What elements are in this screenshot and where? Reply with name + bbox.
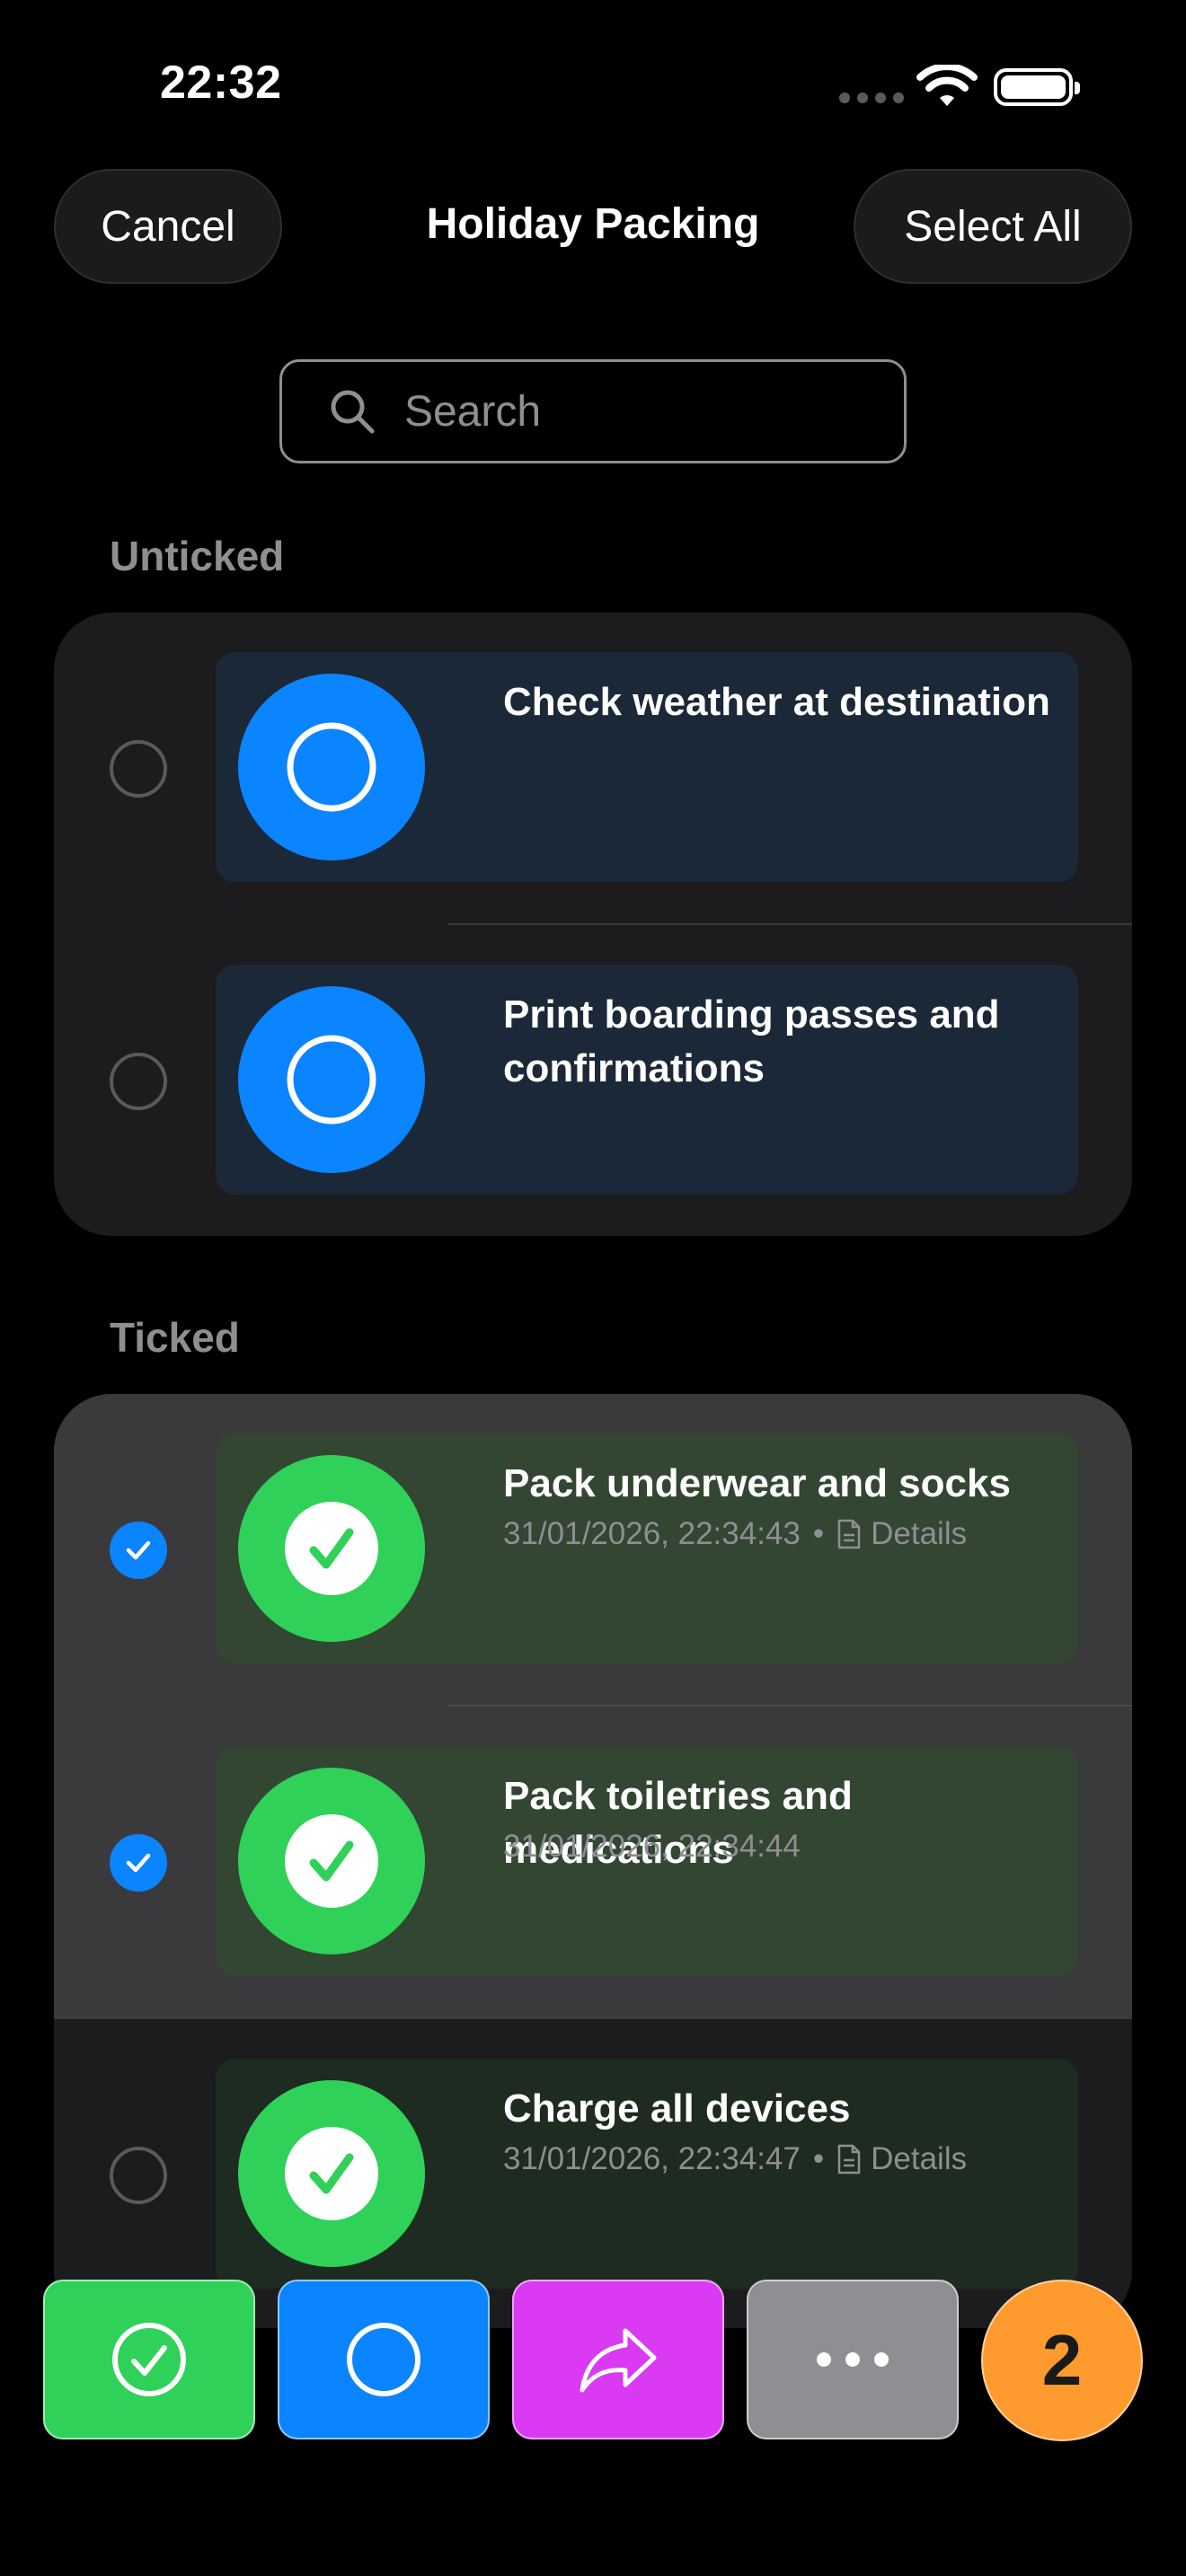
checkmark-icon xyxy=(126,1853,151,1873)
ellipsis-icon xyxy=(817,2352,889,2367)
checkmark-icon xyxy=(126,1540,151,1560)
checkmark-circle-icon xyxy=(238,2080,425,2267)
cancel-button[interactable]: Cancel xyxy=(54,169,282,284)
untick-selected-button[interactable] xyxy=(278,2280,490,2439)
item-meta: 31/01/2026, 22:34:47 • Details xyxy=(503,2141,967,2177)
page-title: Holiday Packing xyxy=(426,200,760,248)
document-icon xyxy=(837,2144,861,2175)
unticked-group: Check weather at destination Print board… xyxy=(54,613,1132,1236)
item-title: Pack underwear and socks xyxy=(503,1461,1011,1505)
document-icon xyxy=(837,1519,861,1549)
cellular-signal-icon xyxy=(839,93,904,103)
selection-radio[interactable] xyxy=(110,740,167,798)
battery-icon xyxy=(994,68,1080,106)
item-card[interactable]: Check weather at destination xyxy=(216,652,1078,882)
selected-count-badge: 2 xyxy=(981,2280,1143,2441)
circle-icon xyxy=(347,2323,420,2396)
item-card[interactable]: Pack underwear and socks 31/01/2026, 22:… xyxy=(216,1434,1078,1663)
item-timestamp: 31/01/2026, 22:34:47 xyxy=(503,2141,801,2176)
item-title: Print boarding passes and confirmations xyxy=(503,992,1000,1090)
meta-separator: • xyxy=(812,1516,825,1551)
item-timestamp: 31/01/2026, 22:34:43 xyxy=(503,1516,801,1551)
tick-selected-button[interactable] xyxy=(43,2280,255,2439)
checkmark-circle-icon xyxy=(238,1455,425,1642)
status-time: 22:32 xyxy=(160,57,282,109)
section-header-unticked: Unticked xyxy=(110,533,285,579)
item-timestamp: 31/01/2026, 22:34:44 xyxy=(503,1829,801,1864)
search-icon xyxy=(331,390,375,434)
section-header-ticked: Ticked xyxy=(110,1314,240,1361)
selection-checkmark[interactable] xyxy=(110,1834,167,1892)
checkmark-circle-icon xyxy=(112,2323,186,2396)
share-button[interactable] xyxy=(512,2280,724,2439)
search-field[interactable] xyxy=(279,359,907,463)
item-meta: 31/01/2026, 22:34:44 xyxy=(503,1829,801,1865)
selection-radio[interactable] xyxy=(110,1053,167,1110)
select-all-button[interactable]: Select All xyxy=(854,169,1132,284)
list-item[interactable]: Check weather at destination xyxy=(54,613,1132,925)
selection-radio[interactable] xyxy=(110,2147,167,2204)
more-button[interactable] xyxy=(747,2280,959,2439)
item-card[interactable]: Pack toiletries and medications 31/01/20… xyxy=(216,1746,1078,1976)
item-title: Check weather at destination xyxy=(503,680,1050,724)
share-arrow-icon xyxy=(580,2328,657,2393)
meta-separator: • xyxy=(812,2141,825,2176)
item-card[interactable]: Print boarding passes and confirmations xyxy=(216,965,1078,1195)
item-title: Charge all devices xyxy=(503,2086,851,2130)
circle-icon xyxy=(238,674,425,860)
selection-checkmark[interactable] xyxy=(110,1522,167,1579)
checkmark-circle-icon xyxy=(238,1768,425,1954)
ticked-group: Pack underwear and socks 31/01/2026, 22:… xyxy=(54,1394,1132,2328)
list-item[interactable]: Print boarding passes and confirmations xyxy=(54,925,1132,1236)
list-item[interactable]: Pack underwear and socks 31/01/2026, 22:… xyxy=(54,1394,1132,1707)
details-link[interactable]: Details xyxy=(871,1516,967,1552)
circle-icon xyxy=(238,986,425,1173)
item-meta: 31/01/2026, 22:34:43 • Details xyxy=(503,1516,967,1552)
item-card[interactable]: Charge all devices 31/01/2026, 22:34:47 … xyxy=(216,2059,1078,2289)
search-input[interactable] xyxy=(403,385,891,437)
wifi-icon xyxy=(916,65,978,106)
details-link[interactable]: Details xyxy=(871,2141,967,2177)
list-item[interactable]: Pack toiletries and medications 31/01/20… xyxy=(54,1707,1132,2019)
